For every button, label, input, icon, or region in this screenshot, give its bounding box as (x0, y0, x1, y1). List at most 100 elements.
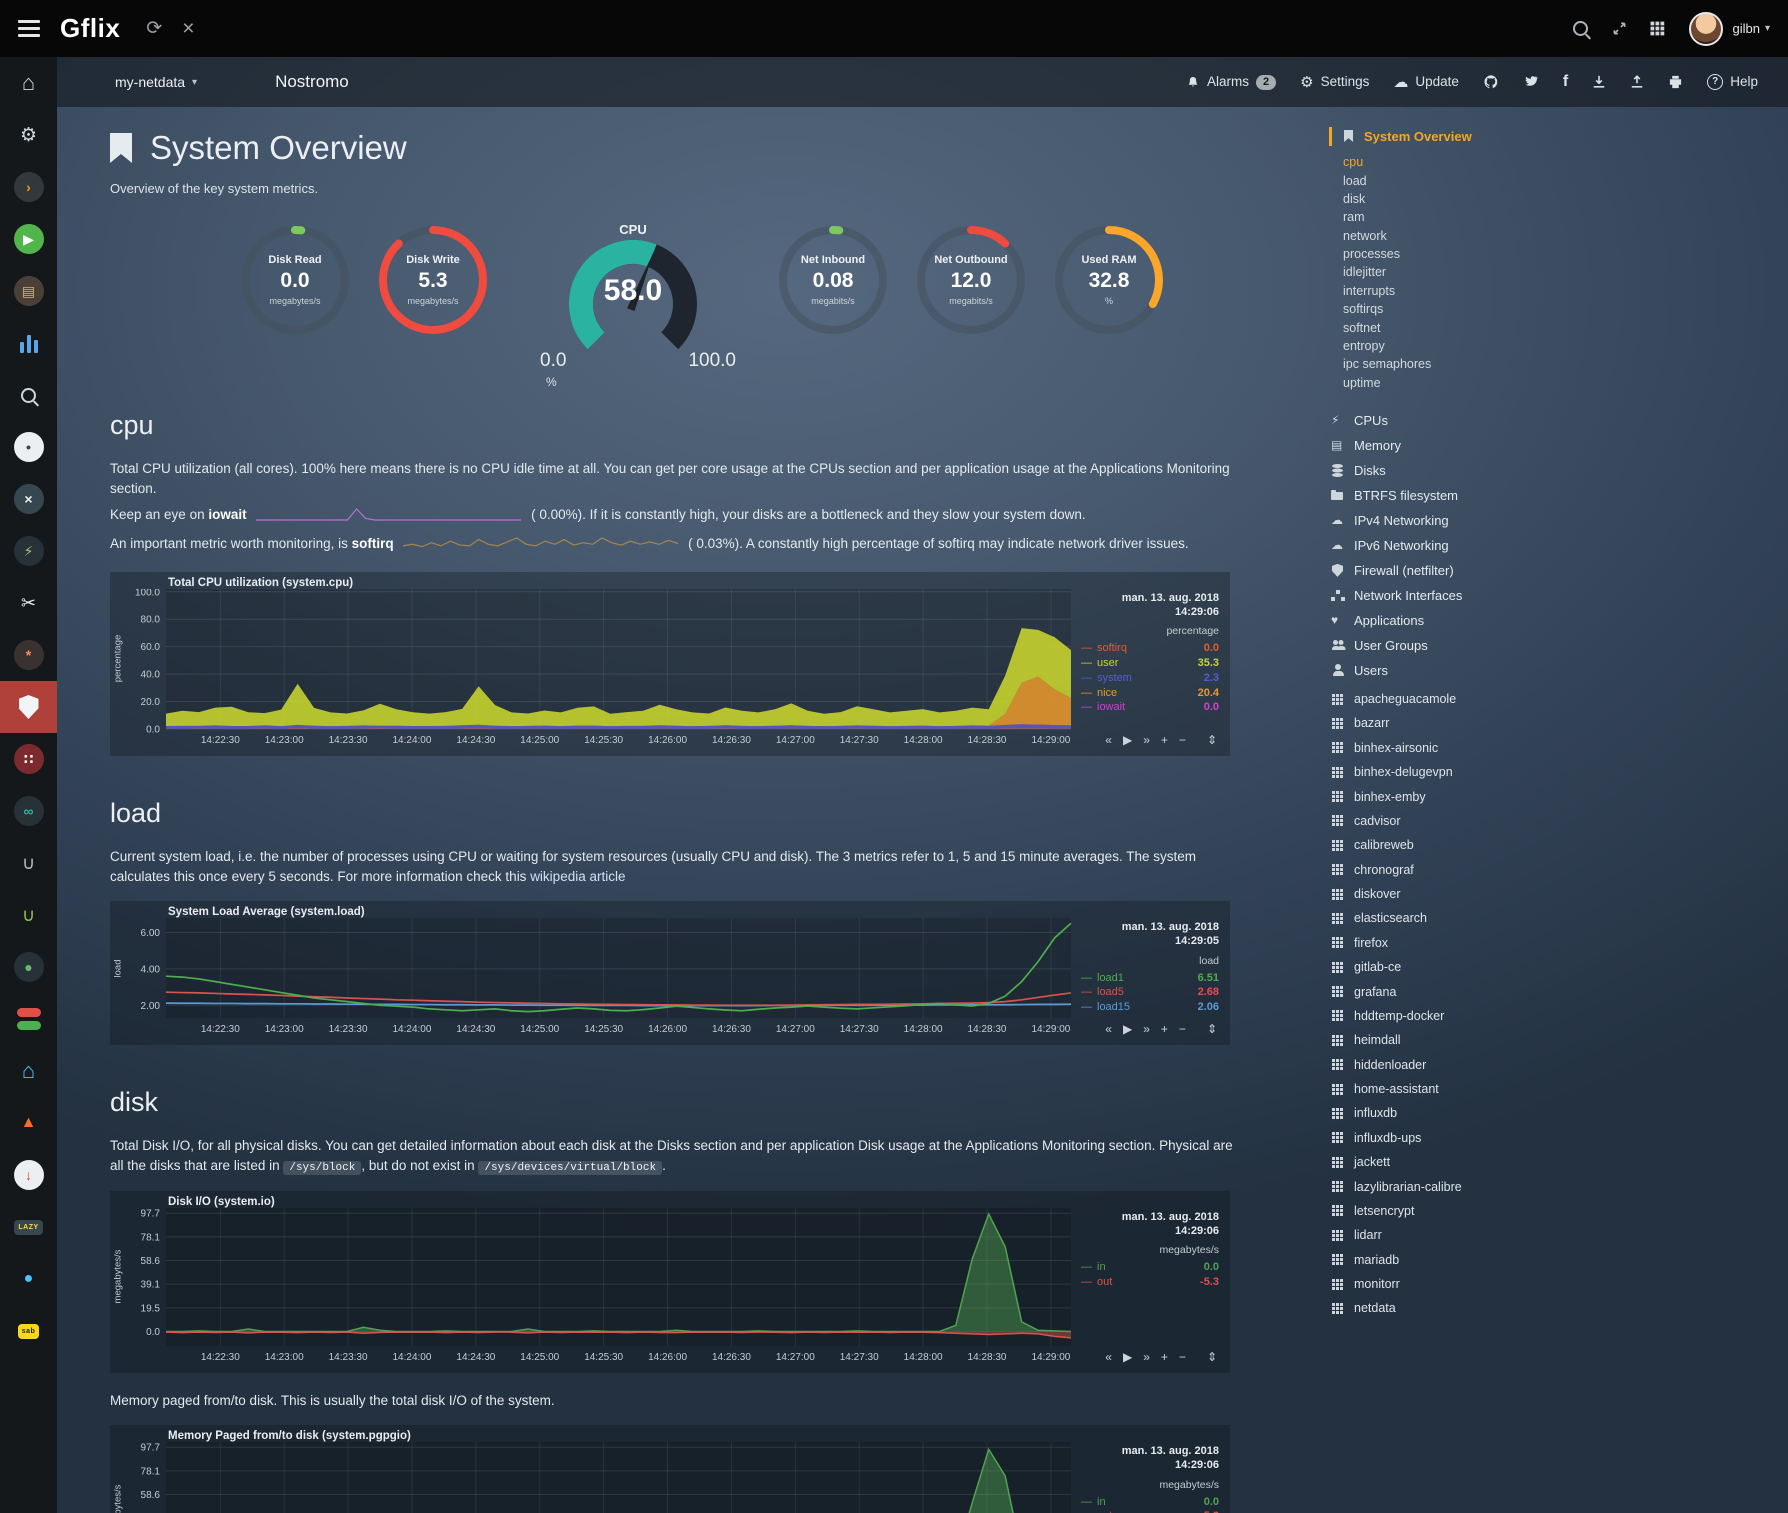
softirq-sparkline[interactable] (403, 536, 678, 558)
chart-pgpgio[interactable]: Memory Paged from/to disk (system.pgpgio… (110, 1425, 1230, 1513)
gauge-cpu[interactable]: CPU58.00.0100.0% (528, 222, 738, 390)
legend-system[interactable]: —system2.3 (1081, 671, 1219, 686)
sidebar-app-calibre[interactable]: ▤ (0, 265, 57, 317)
chart-play-button[interactable]: ▶ (1123, 1351, 1132, 1363)
sidebar-item-ram[interactable]: ram (1343, 208, 1629, 226)
chart-zoom-out-button[interactable]: − (1179, 1023, 1186, 1035)
chart-forward-button[interactable]: » (1143, 734, 1150, 746)
avatar[interactable] (1689, 12, 1723, 46)
sidebar-app-app-scissors[interactable]: ✂ (0, 577, 57, 629)
apps-grid-icon[interactable] (1649, 20, 1667, 36)
sidebar-item-firewall-netfilter[interactable]: Firewall (netfilter) (1331, 558, 1629, 583)
refresh-icon[interactable]: ⟳ (146, 19, 162, 38)
chart-zoom-in-button[interactable]: + (1161, 734, 1168, 746)
legend-load1[interactable]: —load16.51 (1081, 971, 1219, 986)
sidebar-item-binhex-airsonic[interactable]: binhex-airsonic (1331, 736, 1629, 760)
sidebar-item-processes[interactable]: processes (1343, 245, 1629, 263)
print-button[interactable] (1668, 75, 1683, 89)
sidebar-item-mariadb[interactable]: mariadb (1331, 1248, 1629, 1272)
sidebar-app-home-assistant[interactable]: ⌂ (0, 1045, 57, 1097)
sidebar-item-firefox[interactable]: firefox (1331, 931, 1629, 955)
chart-backward-button[interactable]: « (1105, 1351, 1112, 1363)
chart-backward-button[interactable]: « (1105, 1023, 1112, 1035)
chart-zoom-in-button[interactable]: + (1161, 1351, 1168, 1363)
sidebar-item-ipv4-networking[interactable]: ☁IPv4 Networking (1331, 508, 1629, 533)
sidebar-app-app-u-green[interactable]: ∪ (0, 889, 57, 941)
gauge-disk-read[interactable]: Disk Read0.0megabytes/s (230, 222, 360, 338)
sidebar-item-home-assistant[interactable]: home-assistant (1331, 1077, 1629, 1101)
sidebar-app-lazylibrarian[interactable]: LAZY (0, 1201, 57, 1253)
update-button[interactable]: ☁ Update (1393, 75, 1459, 90)
chart-resize-button[interactable]: ⇕ (1207, 734, 1217, 746)
sidebar-item-chronograf[interactable]: chronograf (1331, 858, 1629, 882)
sidebar-item-ipc-semaphores[interactable]: ipc semaphores (1343, 355, 1629, 373)
alarms-button[interactable]: Alarms 2 (1186, 75, 1276, 90)
sidebar-item-gitlab-ce[interactable]: gitlab-ce (1331, 955, 1629, 979)
sidebar-item-influxdb[interactable]: influxdb (1331, 1101, 1629, 1125)
sidebar-app-settings[interactable]: ⚙ (0, 109, 57, 161)
sidebar-app-app-dots[interactable]: ∷ (0, 733, 57, 785)
sidebar-item-hddtemp-docker[interactable]: hddtemp-docker (1331, 1004, 1629, 1028)
legend-user[interactable]: —user35.3 (1081, 656, 1219, 671)
sidebar-item-users[interactable]: Users (1331, 658, 1629, 683)
sidebar-app-gitlab[interactable]: ▲ (0, 1097, 57, 1149)
legend-nice[interactable]: —nice20.4 (1081, 686, 1219, 701)
sidebar-app-app-u-grey[interactable]: ∪ (0, 837, 57, 889)
sidebar-app-emby[interactable]: ▶ (0, 213, 57, 265)
gauge-disk-write[interactable]: Disk Write5.3megabytes/s (368, 222, 498, 338)
sidebar-app-tautulli[interactable]: ⚡ (0, 525, 57, 577)
menu-icon[interactable] (18, 16, 40, 41)
sidebar-item-grafana[interactable]: grafana (1331, 979, 1629, 1003)
sidebar-item-netdata[interactable]: netdata (1331, 1296, 1629, 1320)
sidebar-app-app-drop[interactable]: ● (0, 1253, 57, 1305)
chart-forward-button[interactable]: » (1143, 1351, 1150, 1363)
chart-resize-button[interactable]: ⇕ (1207, 1351, 1217, 1363)
sidebar-item-binhex-emby[interactable]: binhex-emby (1331, 784, 1629, 808)
legend-iowait[interactable]: —iowait0.0 (1081, 700, 1219, 715)
sidebar-app-sabnzbd[interactable]: sab (0, 1305, 57, 1357)
legend-softirq[interactable]: —softirq0.0 (1081, 641, 1219, 656)
sidebar-app-resilio-sync[interactable]: ∞ (0, 785, 57, 837)
iowait-sparkline[interactable] (256, 507, 521, 529)
sidebar-item-lazylibrarian-calibre[interactable]: lazylibrarian-calibre (1331, 1174, 1629, 1198)
sidebar-item-influxdb-ups[interactable]: influxdb-ups (1331, 1126, 1629, 1150)
sidebar-item-apacheguacamole[interactable]: apacheguacamole (1331, 687, 1629, 711)
fullscreen-icon[interactable] (1612, 21, 1627, 36)
chart-zoom-out-button[interactable]: − (1179, 1351, 1186, 1363)
sidebar-app-download-app[interactable]: ↓ (0, 1149, 57, 1201)
sidebar-item-letsencrypt[interactable]: letsencrypt (1331, 1199, 1629, 1223)
sidebar-item-btrfs-filesystem[interactable]: BTRFS filesystem (1331, 483, 1629, 508)
sidebar-item-cpus[interactable]: ⚡CPUs (1331, 408, 1629, 433)
sidebar-item-lidarr[interactable]: lidarr (1331, 1223, 1629, 1247)
sidebar-item-system-overview[interactable]: System Overview (1329, 127, 1629, 146)
legend-out[interactable]: —out-5.2 (1081, 1509, 1219, 1513)
legend-out[interactable]: —out-5.3 (1081, 1275, 1219, 1290)
sidebar-item-disks[interactable]: Disks (1331, 458, 1629, 483)
chart-play-button[interactable]: ▶ (1123, 1023, 1132, 1035)
sidebar-item-user-groups[interactable]: User Groups (1331, 633, 1629, 658)
help-button[interactable]: ? Help (1707, 74, 1758, 90)
sidebar-app-home[interactable]: ⌂ (0, 57, 57, 109)
sidebar-item-idlejitter[interactable]: idlejitter (1343, 263, 1629, 281)
close-icon[interactable]: × (182, 18, 194, 39)
sidebar-app-airsonic[interactable] (0, 317, 57, 369)
sidebar-app-radarr[interactable]: • (0, 421, 57, 473)
sidebar-item-applications[interactable]: ♥Applications (1331, 608, 1629, 633)
sidebar-app-ombi[interactable]: * (0, 629, 57, 681)
sidebar-item-uptime[interactable]: uptime (1343, 374, 1629, 392)
sidebar-app-app-shield[interactable] (0, 681, 57, 733)
legend-in[interactable]: —in0.0 (1081, 1260, 1219, 1275)
chart-play-button[interactable]: ▶ (1123, 734, 1132, 746)
chart-load[interactable]: System Load Average (system.load)load2.0… (110, 901, 1230, 1045)
sidebar-item-bazarr[interactable]: bazarr (1331, 711, 1629, 735)
sidebar-item-entropy[interactable]: entropy (1343, 337, 1629, 355)
settings-button[interactable]: ⚙ Settings (1300, 75, 1369, 90)
save-snapshot-button[interactable] (1592, 75, 1606, 89)
user-menu[interactable]: gilbn ▾ (1733, 21, 1771, 36)
import-snapshot-button[interactable] (1630, 75, 1644, 89)
gauge-net-inbound[interactable]: Net Inbound0.08megabits/s (768, 222, 898, 338)
sidebar-item-load[interactable]: load (1343, 171, 1629, 189)
twitter-button[interactable] (1523, 75, 1539, 89)
sidebar-item-cadvisor[interactable]: cadvisor (1331, 809, 1629, 833)
chart-forward-button[interactable]: » (1143, 1023, 1150, 1035)
